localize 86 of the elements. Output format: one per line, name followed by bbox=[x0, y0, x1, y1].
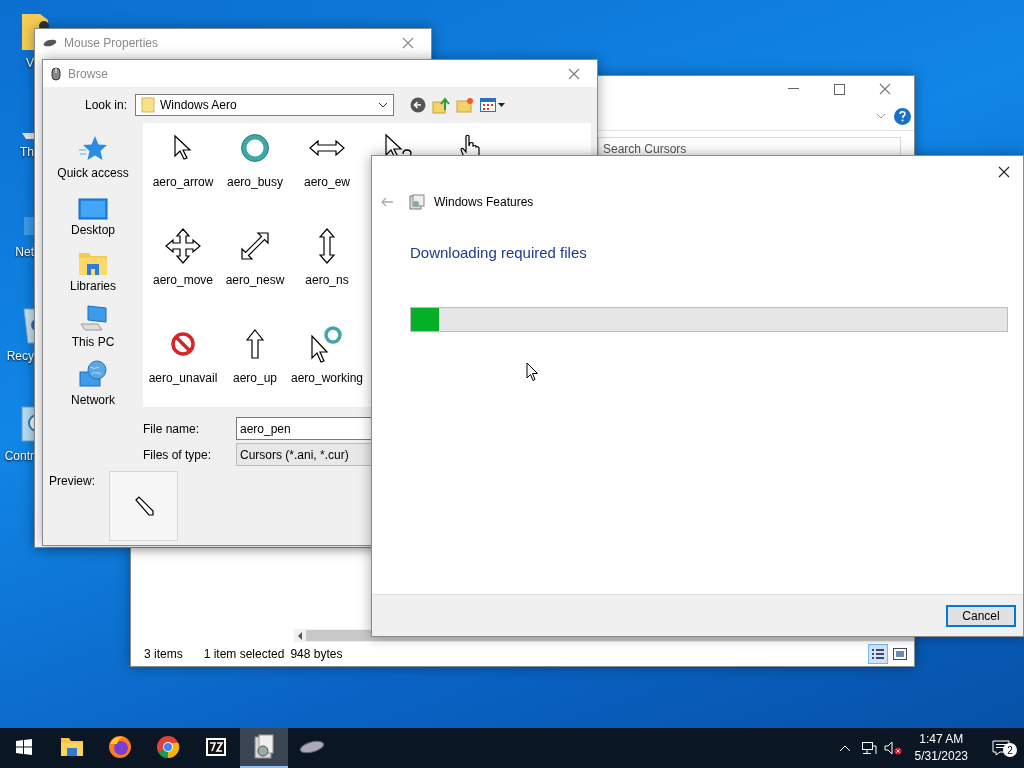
close-icon bbox=[879, 83, 891, 95]
muted-speaker-icon bbox=[883, 741, 902, 755]
help-button[interactable] bbox=[894, 107, 911, 125]
features-app-icon bbox=[252, 734, 276, 760]
notification-count: 2 bbox=[1003, 743, 1017, 757]
mouse-icon bbox=[43, 39, 57, 47]
file-item[interactable]: aero_nesw bbox=[219, 225, 291, 289]
file-item[interactable]: aero_working bbox=[291, 323, 363, 387]
folder-icon bbox=[60, 737, 84, 757]
mouse-pointer-icon bbox=[526, 362, 539, 382]
look-in-label: Look in: bbox=[83, 98, 128, 112]
desktop-icon-label[interactable]: Th bbox=[20, 145, 34, 159]
features-app-icon bbox=[409, 194, 425, 210]
mouse-icon bbox=[299, 739, 325, 755]
arrow-cursor-icon bbox=[172, 134, 194, 162]
expand-ribbon-button[interactable] bbox=[876, 113, 886, 119]
network-icon bbox=[78, 360, 108, 390]
new-folder-icon bbox=[456, 97, 474, 113]
file-type-label: Files of type: bbox=[143, 447, 213, 462]
new-folder-button[interactable] bbox=[456, 97, 474, 113]
mouse-icon bbox=[51, 66, 61, 81]
folder-up-icon bbox=[432, 96, 450, 114]
chevron-down-icon bbox=[876, 113, 886, 119]
look-in-dropdown[interactable]: Windows Aero bbox=[135, 94, 394, 116]
network-icon bbox=[860, 741, 877, 755]
file-item[interactable]: aero_up bbox=[219, 323, 291, 387]
monitor-icon bbox=[78, 197, 108, 220]
preview-label: Preview: bbox=[49, 473, 96, 490]
selection-status: 1 item selected bbox=[203, 647, 285, 661]
view-menu-button[interactable] bbox=[480, 98, 506, 112]
place-item[interactable]: Libraries bbox=[49, 247, 137, 293]
no-entry-icon bbox=[170, 331, 196, 357]
firefox-icon bbox=[108, 735, 132, 759]
up-arrow-icon bbox=[246, 329, 264, 359]
desktop-icon-label[interactable]: Recy bbox=[6, 349, 34, 363]
close-icon bbox=[998, 166, 1010, 178]
chevron-down-icon bbox=[378, 102, 388, 108]
chrome-icon bbox=[156, 735, 180, 759]
ring-icon bbox=[240, 133, 270, 163]
item-count: 3 items bbox=[144, 647, 183, 661]
file-item[interactable]: aero_ew bbox=[291, 127, 363, 191]
maximize-icon bbox=[833, 83, 845, 95]
window-title: Mouse Properties bbox=[64, 36, 160, 50]
preview-view-icon bbox=[893, 648, 907, 660]
place-item[interactable]: This PC bbox=[49, 303, 137, 349]
windows-logo-icon bbox=[16, 739, 32, 755]
up-folder-button[interactable] bbox=[432, 96, 450, 114]
back-arrow-icon bbox=[380, 197, 394, 207]
folder-icon bbox=[141, 97, 155, 113]
details-view-icon bbox=[871, 648, 885, 660]
desktop-icon-label[interactable]: V bbox=[26, 56, 34, 70]
dialog-title: Windows Features bbox=[434, 195, 535, 209]
caret-left-icon bbox=[297, 631, 303, 640]
taskbar-app-button[interactable] bbox=[240, 728, 288, 768]
computer-icon bbox=[78, 304, 108, 332]
cancel-button[interactable]: Cancel bbox=[946, 604, 1016, 627]
clock[interactable]: 1:47 AM 5/31/2023 bbox=[904, 731, 978, 765]
desktop-icon-label[interactable]: Contr bbox=[4, 449, 34, 463]
details-view-button[interactable] bbox=[868, 644, 888, 664]
move-arrows-icon bbox=[165, 228, 201, 264]
view-menu-icon bbox=[480, 98, 506, 112]
file-item[interactable]: aero_ns bbox=[291, 225, 363, 289]
file-item[interactable]: aero_arrow bbox=[147, 127, 219, 191]
file-item[interactable]: aero_move bbox=[147, 225, 219, 289]
selection-size: 948 bytes bbox=[290, 647, 343, 661]
vertical-arrow-icon bbox=[319, 228, 335, 264]
minimize-icon bbox=[787, 88, 799, 90]
back-button[interactable] bbox=[410, 97, 426, 113]
place-item[interactable]: Desktop bbox=[49, 191, 137, 237]
arrow-with-ring-icon bbox=[309, 324, 345, 364]
file-item[interactable]: aero_unavail bbox=[147, 323, 219, 387]
place-item[interactable]: Quick access bbox=[49, 135, 137, 181]
close-icon bbox=[568, 67, 580, 80]
archive-app-icon bbox=[205, 737, 227, 757]
help-icon bbox=[899, 110, 906, 122]
close-icon bbox=[402, 37, 414, 49]
desktop-icon-label[interactable]: Net bbox=[15, 245, 34, 259]
place-item[interactable]: Network bbox=[49, 360, 137, 407]
notifications-button[interactable]: 2 bbox=[978, 728, 1024, 768]
file-item[interactable]: aero_busy bbox=[219, 127, 291, 191]
file-name-label: File name: bbox=[143, 421, 201, 436]
chevron-up-icon bbox=[838, 744, 851, 752]
horizontal-arrow-icon bbox=[309, 140, 345, 156]
dialog-title: Browse bbox=[68, 66, 109, 81]
status-heading: Downloading required files bbox=[409, 243, 588, 261]
diagonal-arrow-icon bbox=[240, 231, 270, 261]
